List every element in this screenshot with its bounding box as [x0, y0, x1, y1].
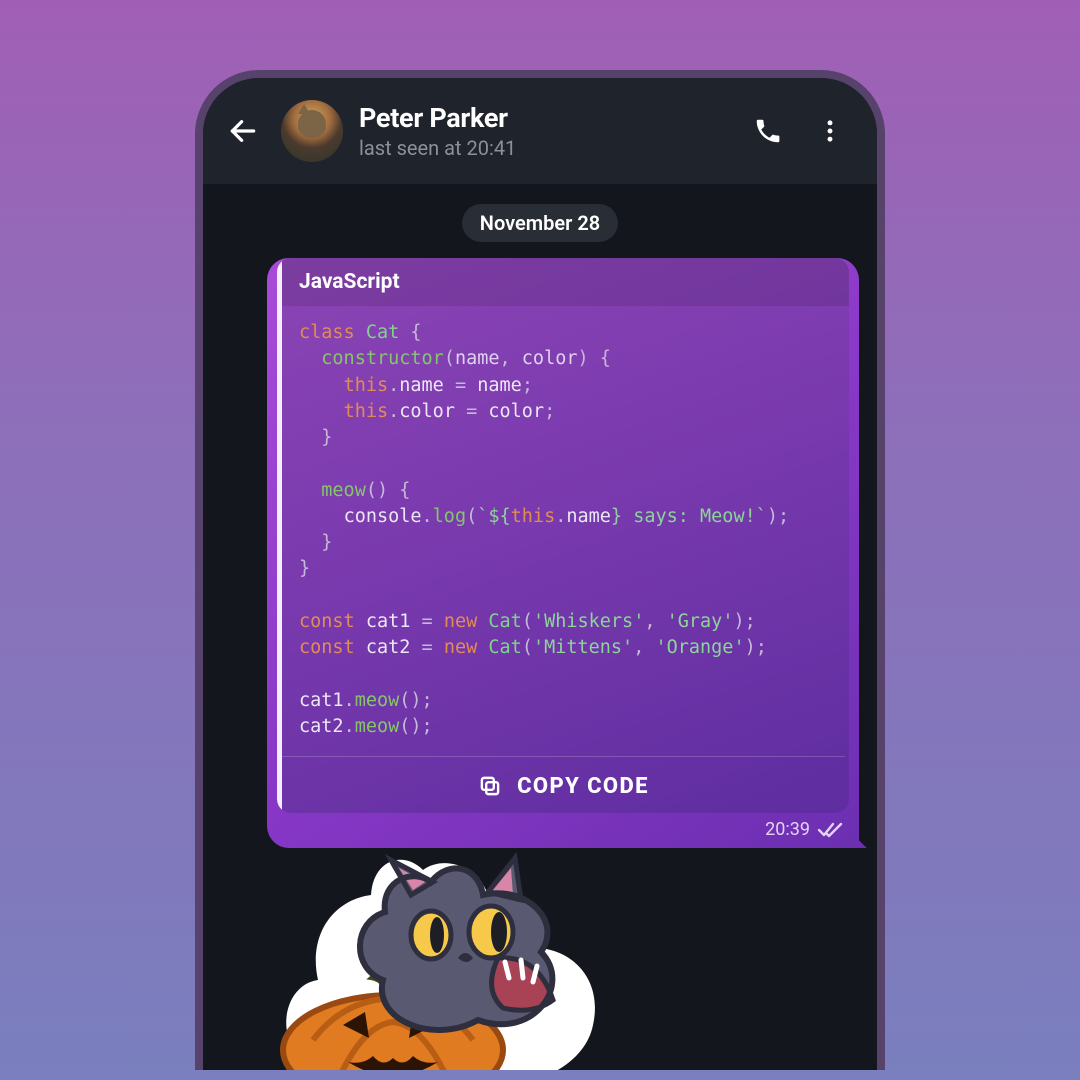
- phone-frame: Peter Parker last seen at 20:41 November…: [195, 70, 885, 1070]
- double-check-icon: [817, 821, 843, 839]
- copy-icon: [477, 773, 503, 799]
- contact-avatar[interactable]: [281, 100, 343, 162]
- outgoing-message[interactable]: JavaScript class Cat { constructor(name,…: [267, 258, 859, 848]
- cat-pumpkin-sticker: [253, 840, 633, 1070]
- more-menu-button[interactable]: [807, 108, 853, 154]
- read-status: [817, 821, 843, 839]
- chat-header: Peter Parker last seen at 20:41: [203, 78, 877, 184]
- back-arrow-icon: [227, 115, 259, 147]
- phone-icon: [753, 116, 783, 146]
- code-content: class Cat { constructor(name, color) { t…: [277, 306, 849, 756]
- contact-info[interactable]: Peter Parker last seen at 20:41: [359, 102, 729, 160]
- call-button[interactable]: [745, 108, 791, 154]
- contact-status: last seen at 20:41: [359, 136, 729, 160]
- message-meta: 20:39: [267, 813, 859, 842]
- copy-code-label: COPY CODE: [517, 774, 649, 799]
- code-language-label: JavaScript: [277, 258, 849, 306]
- message-time: 20:39: [765, 819, 810, 840]
- chat-body[interactable]: November 28 JavaScript class Cat { const…: [203, 184, 877, 1070]
- contact-name: Peter Parker: [359, 102, 729, 134]
- sticker-message[interactable]: [253, 840, 633, 1070]
- back-button[interactable]: [221, 109, 265, 153]
- copy-code-button[interactable]: COPY CODE: [281, 756, 845, 813]
- date-separator: November 28: [462, 204, 618, 242]
- more-vertical-icon: [816, 117, 844, 145]
- code-block: JavaScript class Cat { constructor(name,…: [277, 258, 849, 813]
